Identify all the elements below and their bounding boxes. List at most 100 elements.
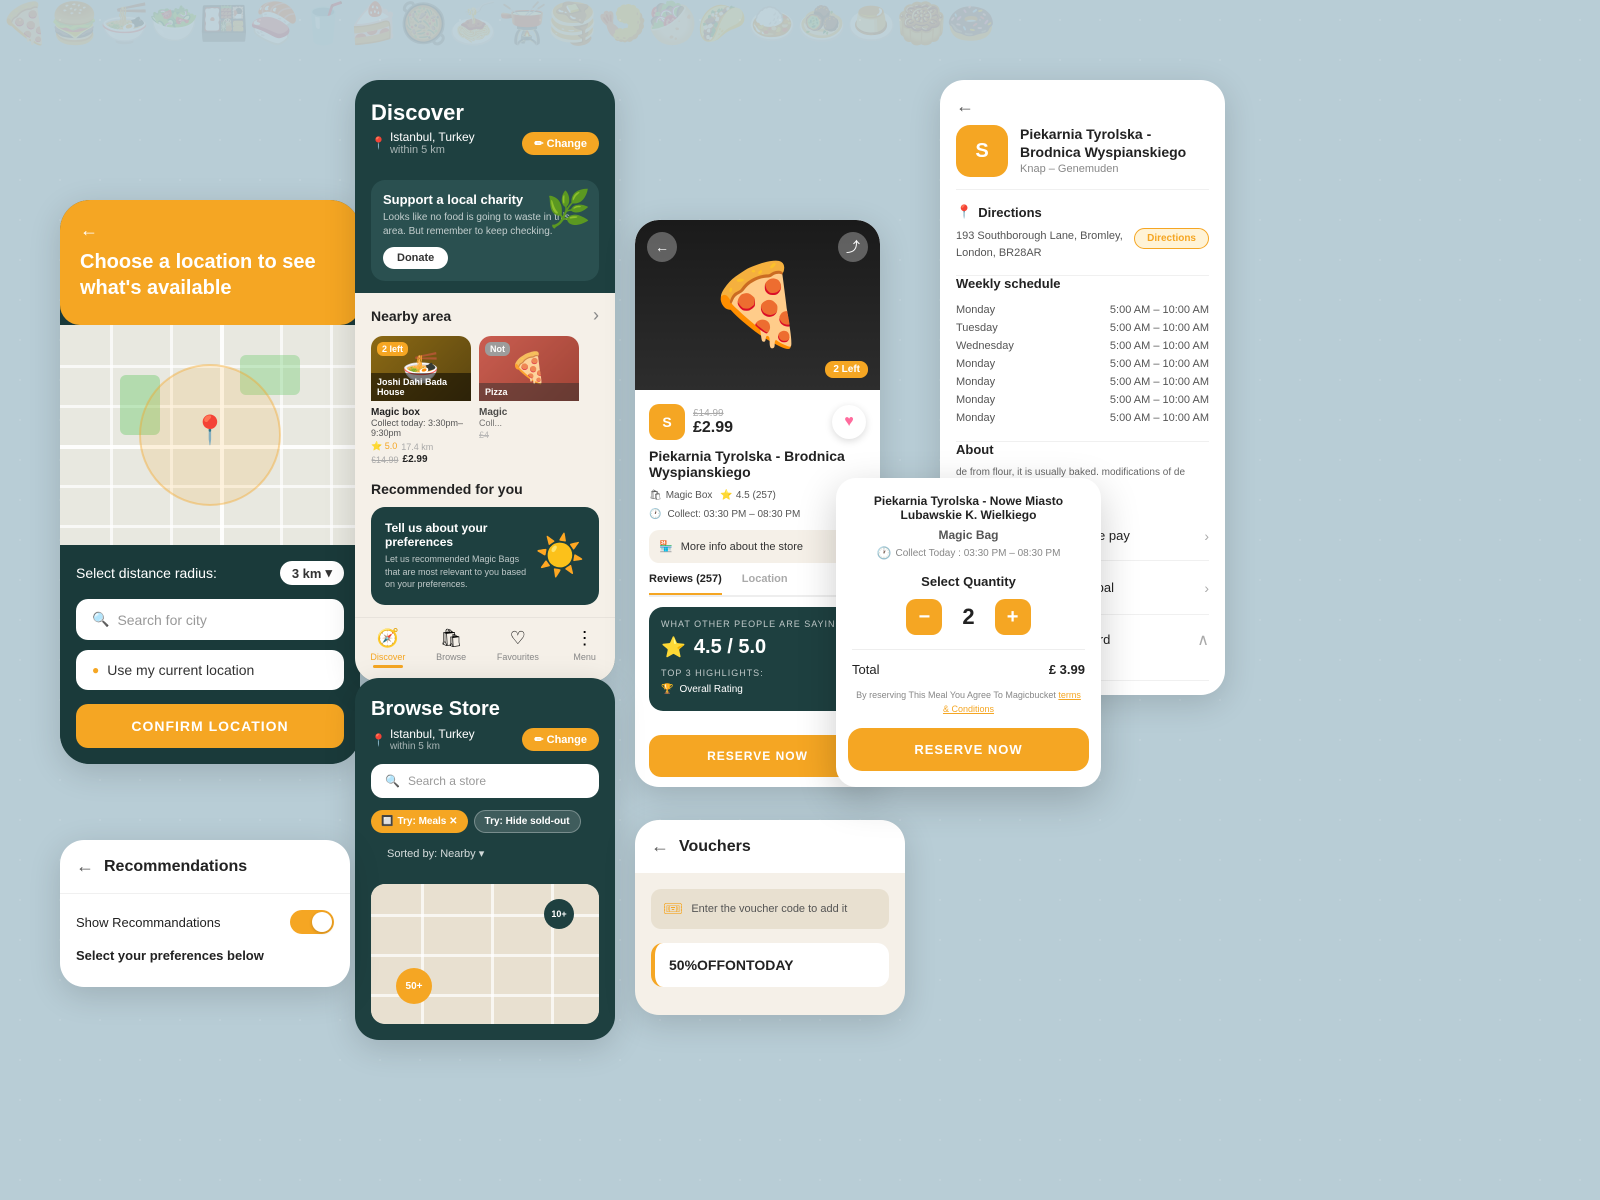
nav-browse-label: Browse xyxy=(436,652,466,662)
donate-button[interactable]: Donate xyxy=(383,247,448,269)
location-card: ← Choose a location to see what's availa… xyxy=(60,200,360,764)
nearby-item-badge: 2 left xyxy=(377,342,408,356)
recommend-card: Tell us about your preferences Let us re… xyxy=(371,507,599,605)
voucher-back-button[interactable]: ← xyxy=(651,836,669,857)
browse-nav-icon: 🛍 xyxy=(440,628,463,649)
directions-button[interactable]: Directions xyxy=(1134,228,1209,249)
browse-filters: 🔲 Try: Meals ✕ Try: Hide sold-out xyxy=(371,810,599,833)
store-header: S Piekarnia Tyrolska - Brodnica Wyspians… xyxy=(940,125,1225,189)
charity-card: Support a local charity Looks like no fo… xyxy=(371,180,599,281)
quantity-modal: Piekarnia Tyrolska - Nowe Miasto Lubawsk… xyxy=(836,478,1101,787)
location-header-title: Choose a location to see what's availabl… xyxy=(80,249,340,301)
filter-meals-chip[interactable]: 🔲 Try: Meals ✕ xyxy=(371,810,468,833)
search-city-placeholder: Search for city xyxy=(117,612,206,628)
voucher-title: Vouchers xyxy=(679,838,751,856)
rec-back-button[interactable]: ← xyxy=(76,856,94,877)
browse-location-sub: within 5 km xyxy=(390,741,475,752)
chevron-down-icon: ▾ xyxy=(325,565,332,581)
nearby-item-name: Joshi Dahi Bada House xyxy=(371,373,471,401)
magic-box-label: Magic Box xyxy=(666,490,713,501)
store-address: 193 Southborough Lane, Bromley, London, … xyxy=(956,228,1134,261)
toggle-dot xyxy=(312,912,332,932)
browse-search-input[interactable]: 🔍 Search a store xyxy=(371,764,599,798)
nearby-see-more[interactable]: › xyxy=(593,305,599,326)
nav-favourites[interactable]: ♡ Favourites xyxy=(497,628,539,668)
qty-total-row: Total £ 3.99 xyxy=(836,650,1101,689)
qty-reserve-button[interactable]: RESERVE NOW xyxy=(848,728,1089,771)
confirm-location-button[interactable]: CONFIRM LOCATION xyxy=(76,704,344,748)
qty-bag: Magic Bag xyxy=(836,526,1101,544)
qty-number: 2 xyxy=(962,604,974,630)
recommendations-toggle[interactable] xyxy=(290,910,334,934)
star-icon: ⭐ xyxy=(720,490,732,501)
browse-map: 50+ 10+ xyxy=(371,884,599,1024)
map-badge-10: 10+ xyxy=(544,899,574,929)
highlight-text: Overall Rating xyxy=(679,684,742,695)
nearby-item[interactable]: 🍕 Not Pizza Magic Coll... £4 xyxy=(479,336,579,469)
pizza-back-button[interactable]: ← xyxy=(647,232,677,262)
recommendations-card: ← Recommendations Show Recommandations S… xyxy=(60,840,350,987)
nav-browse[interactable]: 🛍 Browse xyxy=(436,628,466,668)
directions-icon: 📍 xyxy=(956,204,972,220)
schedule-time: 5:00 AM – 10:00 AM xyxy=(1110,358,1209,370)
qty-title: Piekarnia Tyrolska - Nowe Miasto Lubawsk… xyxy=(836,478,1101,526)
rating-value: 4.5 (257) xyxy=(736,490,776,501)
show-recommendations-row: Show Recommandations xyxy=(76,910,334,934)
store-name-area: Piekarnia Tyrolska - Brodnica Wyspianski… xyxy=(1020,125,1209,175)
more-info-button[interactable]: 🏪 More info about the store xyxy=(649,530,866,563)
nearby-item-price-row: ⭐ 5.0 17.4 km xyxy=(371,441,471,452)
search-city-input[interactable]: 🔍 Search for city xyxy=(76,599,344,640)
reviews-section: WHAT OTHER PEOPLE ARE SAYING ⭐ 4.5 / 5.0… xyxy=(649,607,866,711)
collect-time: Collect: 03:30 PM – 08:30 PM xyxy=(667,509,800,520)
distance-row: Select distance radius: 3 km ▾ xyxy=(76,561,344,585)
current-location-row[interactable]: ● Use my current location xyxy=(76,650,344,690)
discover-change-button[interactable]: ✏ Change xyxy=(522,132,599,155)
distance-value: 3 km xyxy=(292,566,322,581)
nearby-item-badge-2: Not xyxy=(485,342,510,356)
pizza-reserve-button[interactable]: RESERVE NOW xyxy=(649,735,866,777)
show-recommendations-label: Show Recommandations xyxy=(76,915,221,930)
recommended-title: Recommended for you xyxy=(371,481,523,497)
filter-hide-chip[interactable]: Try: Hide sold-out xyxy=(474,810,581,833)
discover-nav: 🧭 Discover 🛍 Browse ♡ Favourites ⋮ Menu xyxy=(355,617,615,682)
location-back-arrow[interactable]: ← xyxy=(80,220,340,241)
discover-card: Discover 📍 Istanbul, Turkey within 5 km … xyxy=(355,80,615,682)
bag-icon: 🛍 xyxy=(649,490,662,501)
highlights-label: TOP 3 HIGHLIGHTS: xyxy=(661,668,854,678)
payment-arrow-icon: › xyxy=(1204,528,1209,544)
plant-icon: 🌿 xyxy=(546,188,591,230)
recommend-card-title: Tell us about your preferences xyxy=(385,521,535,549)
distance-dropdown[interactable]: 3 km ▾ xyxy=(280,561,344,585)
pizza-share-button[interactable]: ⤴ xyxy=(838,232,868,262)
schedule-day: Monday xyxy=(956,394,995,406)
discover-nav-icon: 🧭 xyxy=(377,628,399,649)
qty-plus-button[interactable]: + xyxy=(995,599,1031,635)
browse-store-card: Browse Store 📍 Istanbul, Turkey within 5… xyxy=(355,678,615,1040)
location-tab[interactable]: Location xyxy=(742,573,788,595)
store-back-button[interactable]: ← xyxy=(940,80,1225,125)
qty-total-value: £ 3.99 xyxy=(1049,662,1085,677)
browse-change-button[interactable]: ✏ Change xyxy=(522,728,599,751)
nav-menu[interactable]: ⋮ Menu xyxy=(570,628,600,668)
browse-sort[interactable]: Sorted by: Nearby ▾ xyxy=(371,847,599,872)
map-pin: 📍 xyxy=(193,414,228,447)
rec-body: Show Recommandations Select your prefere… xyxy=(60,894,350,987)
more-info-label: More info about the store xyxy=(681,541,803,553)
discover-title: Discover xyxy=(371,100,599,126)
menu-nav-icon: ⋮ xyxy=(576,628,594,649)
qty-clock-icon: 🕐 xyxy=(877,546,892,560)
voucher-enter-row: 🎟 Enter the voucher code to add it xyxy=(651,889,889,929)
nearby-item[interactable]: 🍜 2 left Joshi Dahi Bada House Magic box… xyxy=(371,336,471,469)
nav-discover[interactable]: 🧭 Discover xyxy=(370,628,405,668)
recommend-text: Tell us about your preferences Let us re… xyxy=(385,521,535,591)
terms-link[interactable]: terms & Conditions xyxy=(943,690,1081,714)
pizza-heart-button[interactable]: ♥ xyxy=(832,405,866,439)
reviews-tab[interactable]: Reviews (257) xyxy=(649,573,722,595)
schedule-time: 5:00 AM – 10:00 AM xyxy=(1110,322,1209,334)
nav-discover-label: Discover xyxy=(370,652,405,662)
qty-minus-button[interactable]: − xyxy=(906,599,942,635)
schedule-time: 5:00 AM – 10:00 AM xyxy=(1110,376,1209,388)
preferences-title: Select your preferences below xyxy=(76,948,334,963)
qty-collect: 🕐 Collect Today : 03:30 PM – 08:30 PM xyxy=(836,546,1101,560)
card-chevron-icon: ∧ xyxy=(1197,630,1209,650)
